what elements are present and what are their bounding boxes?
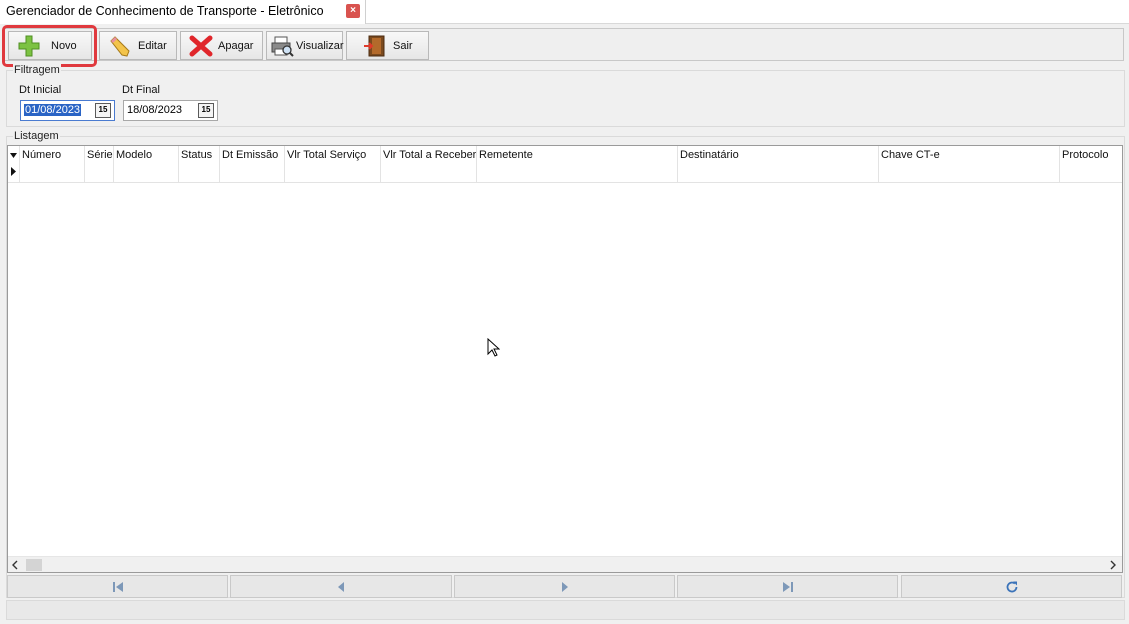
column-header-remetente[interactable]: Remetente bbox=[477, 146, 678, 182]
data-grid[interactable]: Número Série Modelo Status Dt Emissão Vl… bbox=[7, 145, 1123, 573]
status-bar bbox=[6, 600, 1125, 620]
new-button-highlight bbox=[2, 25, 97, 67]
x-icon bbox=[189, 35, 213, 57]
start-date-field[interactable]: 01/08/2023 15 bbox=[20, 100, 115, 121]
refresh-button[interactable] bbox=[901, 575, 1122, 598]
column-header-protocolo[interactable]: Protocolo bbox=[1060, 146, 1122, 182]
filter-dropdown-icon bbox=[10, 153, 17, 158]
edit-button[interactable]: Editar bbox=[99, 31, 177, 60]
first-record-button[interactable] bbox=[7, 575, 228, 598]
tab-main[interactable]: Gerenciador de Conhecimento de Transport… bbox=[0, 0, 366, 24]
calendar-icon[interactable]: 15 bbox=[198, 103, 214, 118]
exit-button-label: Sair bbox=[393, 39, 413, 52]
prior-record-icon bbox=[338, 581, 344, 592]
column-header-vlr-total-receber[interactable]: Vlr Total a Receber bbox=[381, 146, 477, 182]
next-record-icon bbox=[561, 581, 568, 592]
edit-button-label: Editar bbox=[138, 39, 167, 52]
end-date-value: 18/08/2023 bbox=[127, 104, 183, 116]
header-divider bbox=[8, 182, 1122, 183]
close-icon[interactable]: × bbox=[346, 4, 360, 18]
door-exit-icon bbox=[364, 35, 385, 57]
printer-preview-icon bbox=[271, 36, 294, 57]
pencil-icon bbox=[110, 36, 130, 57]
mouse-cursor-icon bbox=[487, 338, 500, 357]
calendar-icon[interactable]: 15 bbox=[95, 103, 111, 118]
delete-button-label: Apagar bbox=[218, 39, 254, 52]
delete-button[interactable]: Apagar bbox=[180, 31, 263, 60]
last-record-icon bbox=[782, 581, 793, 592]
listing-legend: Listagem bbox=[13, 130, 60, 142]
view-button[interactable]: Visualizar bbox=[266, 31, 344, 60]
column-header-status[interactable]: Status bbox=[179, 146, 220, 182]
indicator-icons bbox=[10, 153, 17, 176]
scroll-left-icon[interactable] bbox=[11, 560, 19, 570]
column-header-modelo[interactable]: Modelo bbox=[114, 146, 179, 182]
column-header-destinatario[interactable]: Destinatário bbox=[678, 146, 879, 182]
filter-legend: Filtragem bbox=[13, 64, 61, 76]
horizontal-scrollbar[interactable] bbox=[8, 556, 1122, 572]
column-header-dt-emissao[interactable]: Dt Emissão bbox=[220, 146, 285, 182]
tab-title: Gerenciador de Conhecimento de Transport… bbox=[6, 4, 324, 18]
column-header-numero[interactable]: Número bbox=[20, 146, 85, 182]
row-indicator-column[interactable] bbox=[8, 146, 20, 182]
end-date-field[interactable]: 18/08/2023 15 bbox=[123, 100, 218, 121]
last-record-button[interactable] bbox=[677, 575, 898, 598]
column-header-vlr-total-servico[interactable]: Vlr Total Serviço bbox=[285, 146, 381, 182]
toolbar: Novo Editar Apagar Visualizar Sair bbox=[4, 28, 1124, 61]
column-header-serie[interactable]: Série bbox=[85, 146, 114, 182]
start-date-value: 01/08/2023 bbox=[24, 104, 82, 116]
end-date-label: Dt Final bbox=[122, 84, 160, 96]
current-row-arrow-icon bbox=[11, 167, 16, 176]
next-record-button[interactable] bbox=[454, 575, 675, 598]
start-date-label: Dt Inicial bbox=[19, 84, 62, 96]
scroll-right-icon[interactable] bbox=[1109, 560, 1117, 570]
refresh-icon bbox=[1006, 581, 1017, 592]
prior-record-button[interactable] bbox=[230, 575, 452, 598]
column-header-chave-cte[interactable]: Chave CT-e bbox=[879, 146, 1060, 182]
first-record-icon bbox=[112, 581, 123, 592]
exit-button[interactable]: Sair bbox=[346, 31, 429, 60]
scrollbar-thumb[interactable] bbox=[26, 559, 42, 571]
view-button-label: Visualizar bbox=[296, 39, 344, 52]
